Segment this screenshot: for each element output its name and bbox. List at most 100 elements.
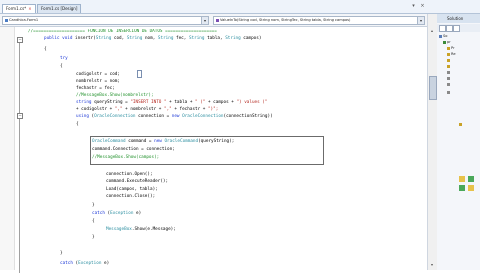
show-all-files-icon[interactable] (446, 25, 453, 32)
class-combo-value: Candhica.Form1 (9, 18, 39, 22)
keyword: using (76, 114, 89, 119)
type-token: Exception (110, 211, 134, 216)
scroll-down-icon[interactable]: ▾ (429, 262, 435, 268)
tree-item-label: Pr (451, 46, 455, 50)
type-token: MessageBox (106, 227, 132, 232)
properties-icon[interactable] (439, 25, 446, 32)
type-token: String (95, 36, 112, 41)
tree-item[interactable] (447, 76, 451, 81)
keyword: string (76, 100, 92, 105)
token: campos) (240, 36, 262, 41)
keyword: catch (92, 211, 105, 216)
vertical-scrollbar[interactable]: ▴ ▾ (427, 14, 437, 270)
text-cursor (137, 70, 142, 78)
type-token: String (225, 36, 241, 41)
code-line: codigolstr = cod; (76, 72, 120, 77)
folder-icon (459, 122, 462, 126)
token: e) (101, 261, 110, 266)
close-document-icon[interactable]: × (419, 3, 426, 10)
resource-icon[interactable] (468, 176, 474, 182)
tree-item[interactable] (447, 58, 451, 63)
tree-item[interactable] (459, 122, 463, 127)
scroll-thumb[interactable] (429, 76, 437, 100)
string-token: "," (114, 107, 123, 112)
member-combo[interactable]: ValueInTo(String cod, String nom, String… (213, 16, 425, 25)
tree-item[interactable]: pr (443, 40, 451, 45)
tab-label: Form1.cs* (6, 6, 27, 11)
tab-form1-cs[interactable]: Form1.cs* × (2, 4, 36, 13)
string-token: ")"; (207, 107, 219, 112)
code-line: //==================== FUNCION DE INSERC… (28, 29, 217, 34)
type-token: OracleConnection (179, 114, 224, 119)
class-combo[interactable]: Candhica.Form1 ▾ (2, 16, 209, 25)
selection-highlight (90, 136, 324, 165)
project-icon (443, 40, 446, 44)
code-line: fechastr = fec; (76, 86, 115, 91)
type-token: String (188, 36, 205, 41)
code-line: { (92, 219, 95, 224)
folder-icon (447, 46, 450, 50)
code-line: connection.Close(); (106, 194, 156, 199)
tree-item[interactable] (447, 82, 451, 87)
token: fec, (173, 36, 189, 41)
token: cod, (111, 36, 127, 41)
code-line: + codigolstr + "," + nombrelstr + "," + … (76, 107, 218, 113)
collapse-icon[interactable]: − (17, 37, 23, 43)
keyword: public void (44, 36, 73, 41)
scroll-up-icon[interactable]: ▴ (429, 28, 435, 34)
outline-line (19, 43, 20, 273)
token: (connectionString)) (223, 114, 273, 119)
token: + fechastr + (171, 107, 208, 112)
type-token: OracleConnection (94, 114, 136, 119)
panel-title: Solution (437, 14, 480, 23)
tree-item[interactable] (447, 64, 451, 69)
token: connection = (135, 114, 172, 119)
code-line: nombrelstr = nom; (76, 79, 120, 84)
code-line: connection.Open(); (106, 172, 153, 177)
tree-item[interactable] (447, 70, 451, 75)
file-icon (447, 82, 450, 86)
token: + tabla + (166, 100, 196, 105)
code-line: public void insertr(String cod, String n… (44, 36, 261, 42)
tree-item[interactable]: Pr (447, 46, 455, 51)
tree-item-label: So (443, 34, 448, 38)
collapse-icon[interactable]: − (17, 113, 23, 119)
code-line: catch (Exception e) (60, 261, 109, 267)
solution-explorer-panel: Solution So pr Pr Re (437, 14, 480, 270)
file-icon (447, 70, 450, 74)
code-line: command.ExecuteReader(); (106, 179, 169, 184)
token: tabla, (204, 36, 226, 41)
tree-item[interactable] (447, 90, 451, 95)
code-line: try (60, 56, 68, 61)
navigation-bar: Candhica.Form1 ▾ ValueInTo(String cod, S… (0, 14, 427, 27)
token: + campos + (205, 100, 237, 105)
tree-item[interactable]: So (439, 34, 447, 39)
token: queryString = (91, 100, 131, 105)
panel-toolbar (437, 24, 480, 32)
refresh-icon[interactable] (453, 25, 460, 32)
tab-form1-design[interactable]: Form1.cs [Design] (37, 4, 82, 13)
code-line: { (44, 47, 47, 52)
close-icon[interactable]: × (28, 6, 31, 11)
chevron-down-icon[interactable]: ▾ (417, 17, 424, 24)
token: e) (133, 211, 142, 216)
outlining-margin: − − (15, 27, 24, 273)
code-line: } (92, 235, 95, 240)
resource-icon[interactable] (468, 185, 474, 191)
document-tab-bar: Form1.cs* × Form1.cs [Design] ▾ × (0, 0, 480, 14)
member-combo-value: ValueInTo(String cod, String nom, String… (220, 18, 351, 22)
resource-icon[interactable] (459, 176, 465, 182)
code-line: } (60, 251, 63, 256)
string-token: " (" (195, 100, 206, 105)
resource-icon[interactable] (459, 185, 465, 191)
code-line: using (OracleConnection connection = new… (76, 114, 273, 120)
tab-list-icon[interactable]: ▾ (410, 3, 417, 10)
tree-item[interactable]: Re (447, 52, 456, 57)
code-line: { (60, 64, 63, 69)
class-icon (5, 18, 8, 22)
tree-item-label: Re (451, 52, 456, 56)
keyword: new (171, 114, 180, 119)
folder-icon (447, 58, 450, 62)
token: + codigolstr + (76, 107, 115, 112)
chevron-down-icon[interactable]: ▾ (201, 17, 208, 24)
